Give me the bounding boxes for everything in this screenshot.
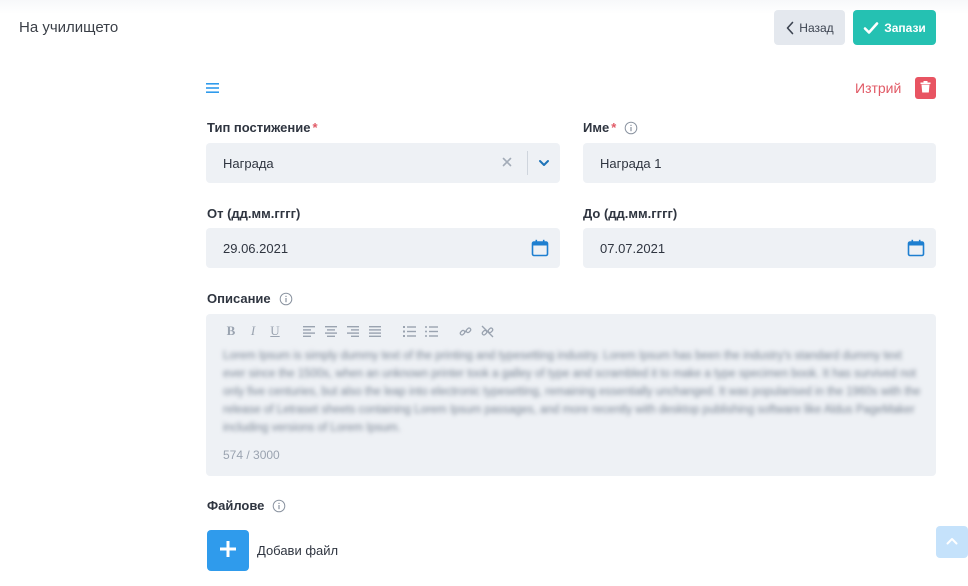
back-button-label: Назад — [799, 20, 834, 35]
info-icon[interactable] — [272, 499, 286, 513]
description-editor[interactable]: B I U Lorem Ipsum is simply dummy text o… — [206, 314, 936, 476]
drag-handle-icon[interactable] — [205, 80, 221, 96]
italic-icon[interactable]: I — [245, 323, 261, 339]
save-button[interactable]: Запази — [853, 10, 936, 45]
check-icon — [863, 21, 879, 35]
info-icon[interactable] — [624, 121, 638, 135]
description-label: Описание — [207, 291, 293, 306]
from-date-value: 29.06.2021 — [223, 240, 289, 256]
to-date-value: 07.07.2021 — [600, 240, 666, 256]
to-date-label: До (дд.мм.гггг) — [583, 206, 677, 221]
from-date-input[interactable]: 29.06.2021 — [206, 228, 560, 268]
align-center-icon[interactable] — [323, 323, 339, 339]
calendar-icon[interactable] — [907, 239, 925, 260]
chevron-down-icon[interactable] — [537, 156, 551, 173]
align-justify-icon[interactable] — [367, 323, 383, 339]
from-date-label: От (дд.мм.гггг) — [207, 206, 300, 221]
description-label-text: Описание — [207, 291, 271, 306]
character-counter: 574 / 3000 — [223, 448, 280, 462]
files-label: Файлове — [207, 498, 286, 513]
align-left-icon[interactable] — [301, 323, 317, 339]
delete-link[interactable]: Изтрий — [855, 80, 901, 96]
type-label: Тип постижение * — [207, 120, 318, 135]
add-file-label[interactable]: Добави файл — [257, 543, 338, 558]
unlink-icon[interactable] — [479, 323, 495, 339]
files-label-text: Файлове — [207, 498, 265, 513]
editor-toolbar: B I U — [223, 323, 501, 339]
bullet-list-icon[interactable] — [423, 323, 439, 339]
plus-icon — [218, 539, 238, 562]
name-label: Име * — [583, 120, 638, 135]
page-title: На училището — [19, 19, 119, 36]
type-select[interactable]: Награда — [206, 143, 560, 183]
delete-button[interactable] — [915, 77, 936, 99]
required-mark: * — [312, 120, 318, 135]
name-input[interactable]: Награда 1 — [583, 143, 936, 183]
save-button-label: Запази — [884, 20, 926, 35]
type-label-text: Тип постижение — [207, 120, 311, 135]
calendar-icon[interactable] — [531, 239, 549, 260]
from-date-label-text: От (дд.мм.гггг) — [207, 206, 301, 221]
chevron-up-icon — [944, 533, 960, 552]
to-date-label-text: До (дд.мм.гггг) — [583, 206, 678, 221]
required-mark: * — [611, 120, 617, 135]
bold-icon[interactable]: B — [223, 323, 239, 339]
link-icon[interactable] — [457, 323, 473, 339]
to-date-input[interactable]: 07.07.2021 — [583, 228, 936, 268]
description-text[interactable]: Lorem Ipsum is simply dummy text of the … — [223, 347, 923, 437]
select-separator — [527, 151, 528, 175]
back-button[interactable]: Назад — [774, 10, 845, 45]
info-icon[interactable] — [279, 292, 293, 306]
name-label-text: Име — [583, 120, 610, 135]
trash-icon — [920, 80, 931, 96]
align-right-icon[interactable] — [345, 323, 361, 339]
scroll-to-top-button[interactable] — [936, 526, 968, 558]
clear-icon[interactable] — [500, 155, 514, 172]
chevron-left-icon — [785, 21, 795, 35]
add-file-button[interactable] — [207, 530, 249, 571]
ordered-list-icon[interactable] — [401, 323, 417, 339]
name-input-value: Награда 1 — [600, 155, 662, 171]
underline-icon[interactable]: U — [267, 323, 283, 339]
